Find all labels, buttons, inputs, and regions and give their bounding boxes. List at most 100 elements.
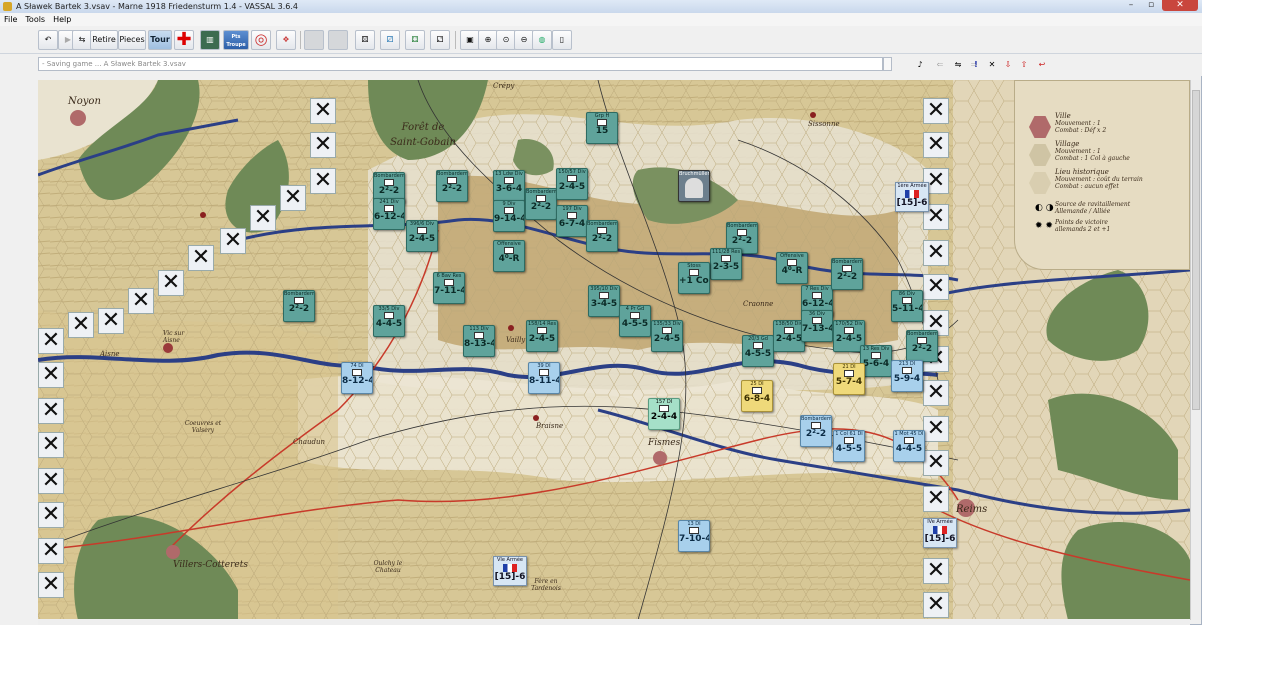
eliminated-x-marker[interactable]: ✕ bbox=[220, 228, 246, 254]
eliminated-x-marker[interactable]: ✕ bbox=[923, 416, 949, 442]
eliminated-x-marker[interactable]: ✕ bbox=[38, 572, 64, 598]
stack-up-icon[interactable]: ⇧ bbox=[1016, 57, 1032, 72]
unit-counter[interactable]: 21 DI 5-7-4 bbox=[833, 363, 865, 395]
eliminated-x-marker[interactable]: ✕ bbox=[310, 98, 336, 124]
menu-help[interactable]: Help bbox=[49, 13, 75, 26]
leader-counter[interactable]: Bruchmüller bbox=[678, 170, 710, 202]
unit-counter[interactable]: Stoss +1 Col bbox=[678, 262, 710, 294]
unit-counter[interactable]: 74 DI 8-12-4 bbox=[341, 362, 373, 394]
swap-icon[interactable]: ⇆ bbox=[72, 30, 92, 50]
unit-counter[interactable]: 6 Bav Res 7-11-4 bbox=[433, 272, 465, 304]
unit-counter[interactable]: 157 DI 2-4-4 bbox=[648, 398, 680, 430]
target-icon[interactable]: ◎ bbox=[251, 30, 271, 50]
alert-icon[interactable]: ! bbox=[968, 57, 984, 72]
unit-counter[interactable]: 135/33 Div 2-4-5 bbox=[651, 320, 683, 352]
menu-file[interactable]: File bbox=[0, 13, 21, 26]
unit-counter[interactable]: Bombardement 2²-2 bbox=[906, 330, 938, 362]
map-vertical-scrollbar[interactable] bbox=[1190, 80, 1201, 620]
pts-troupe-button[interactable]: Pts Troupe bbox=[223, 30, 249, 50]
chat-scrollbar[interactable] bbox=[883, 57, 892, 71]
eliminated-x-marker[interactable]: ✕ bbox=[38, 328, 64, 354]
unit-counter[interactable]: 86 Div 5-11-4 bbox=[891, 290, 923, 322]
unit-counter[interactable]: 13 Ldw Div 3-6-4 bbox=[493, 170, 525, 202]
unit-counter[interactable]: 111/28 Res 2-3-5 bbox=[710, 248, 742, 280]
eliminated-x-marker[interactable]: ✕ bbox=[923, 98, 949, 124]
unit-counter[interactable]: 33/5 Div 4-4-5 bbox=[373, 305, 405, 337]
retire-button[interactable]: Retire bbox=[90, 30, 118, 50]
eliminated-x-marker[interactable]: ✕ bbox=[128, 288, 154, 314]
unit-counter[interactable]: 25 DI 6-8-4 bbox=[741, 380, 773, 412]
eliminated-x-marker[interactable]: ✕ bbox=[158, 270, 184, 296]
chat-log[interactable]: - Saving game ... A Sławek Bartek 3.vsav bbox=[38, 57, 883, 71]
eliminated-x-marker[interactable]: ✕ bbox=[250, 205, 276, 231]
eliminated-x-marker[interactable]: ✕ bbox=[38, 398, 64, 424]
eliminated-x-marker[interactable]: ✕ bbox=[923, 380, 949, 406]
unit-counter[interactable]: 113 Div 8-13-4 bbox=[463, 325, 495, 357]
tour-button[interactable]: Tour bbox=[148, 30, 172, 50]
pieces-button[interactable]: Pieces bbox=[118, 30, 146, 50]
eliminated-x-marker[interactable]: ✕ bbox=[923, 486, 949, 512]
unit-counter[interactable]: Bombardement 2²-2 bbox=[800, 415, 832, 447]
eliminated-x-marker[interactable]: ✕ bbox=[38, 432, 64, 458]
unit-counter[interactable]: 36 Div 7-13-4 bbox=[801, 310, 833, 342]
unit-counter[interactable]: 213 DI 5-9-4 bbox=[891, 360, 923, 392]
reinforcements-icon[interactable]: ▥ bbox=[200, 30, 220, 50]
unit-counter[interactable]: Grp H 15 bbox=[586, 112, 618, 144]
unit-counter[interactable]: 1 Col 61 DI 4-5-5 bbox=[833, 430, 865, 462]
eliminated-x-marker[interactable]: ✕ bbox=[923, 558, 949, 584]
map-overlay-icon[interactable]: ❖ bbox=[276, 30, 296, 50]
unit-counter[interactable]: Bombardement 2²-2 bbox=[436, 170, 468, 202]
close-icon[interactable]: ✕ bbox=[1162, 0, 1198, 11]
zoom-out-icon[interactable]: ⊖ bbox=[514, 30, 534, 50]
unit-counter[interactable]: 395/10 Div 3-4-5 bbox=[588, 285, 620, 317]
disabled-tool-icon[interactable] bbox=[304, 30, 324, 50]
zoom-select-icon[interactable]: ⊙ bbox=[496, 30, 516, 50]
return-icon[interactable]: ↩ bbox=[1034, 57, 1050, 72]
eliminated-x-marker[interactable]: ✕ bbox=[923, 132, 949, 158]
unit-counter[interactable]: 13 DI 7-10-4 bbox=[678, 520, 710, 552]
eliminated-x-marker[interactable]: ✕ bbox=[38, 538, 64, 564]
globe-icon[interactable]: ◍ bbox=[532, 30, 552, 50]
dice-blue-icon[interactable]: ⚂ bbox=[380, 30, 400, 50]
unit-counter[interactable]: 20/3 Gd 4-5-5 bbox=[742, 335, 774, 367]
arrow-left-icon[interactable]: ⇐ bbox=[932, 57, 948, 72]
dice-grey-icon[interactable]: ⚁ bbox=[430, 30, 450, 50]
unit-counter[interactable]: 39 DI 8-11-4 bbox=[528, 362, 560, 394]
unit-counter[interactable]: Bombardement 2²-2 bbox=[586, 220, 618, 252]
game-map[interactable]: Noyon Forêt de Saint-Gobain Crépy Sisson… bbox=[38, 80, 1190, 620]
unit-counter[interactable]: 150/57 Div 2-4-5 bbox=[556, 168, 588, 200]
disabled-tool-icon-2[interactable] bbox=[328, 30, 348, 50]
scroll-thumb[interactable] bbox=[1192, 90, 1200, 410]
eliminated-x-marker[interactable]: ✕ bbox=[38, 502, 64, 528]
army-counter[interactable]: 1ère Armée [15]-6 bbox=[895, 182, 929, 212]
eliminated-x-marker[interactable]: ✕ bbox=[923, 240, 949, 266]
eliminated-x-marker[interactable]: ✕ bbox=[188, 245, 214, 271]
unit-counter[interactable]: 9 Div 9-14-4 bbox=[493, 200, 525, 232]
exchange-icon[interactable]: ⇋ bbox=[950, 57, 966, 72]
camera-icon[interactable]: ▣ bbox=[460, 30, 480, 50]
eliminated-x-marker[interactable]: ✕ bbox=[98, 308, 124, 334]
minimize-icon[interactable]: – bbox=[1122, 0, 1140, 11]
eliminated-x-marker[interactable]: ✕ bbox=[923, 592, 949, 618]
map-horizontal-scrollbar[interactable] bbox=[38, 619, 1190, 625]
eliminated-x-marker[interactable]: ✕ bbox=[310, 168, 336, 194]
unit-counter[interactable]: Bombardement 2²-2 bbox=[525, 188, 557, 220]
unit-counter[interactable]: 241 Div 6-12-4 bbox=[373, 198, 405, 230]
stack-down-icon[interactable]: ⇩ bbox=[1000, 57, 1016, 72]
sound-icon[interactable]: ♪ bbox=[912, 57, 928, 72]
eliminated-x-marker[interactable]: ✕ bbox=[38, 468, 64, 494]
eliminated-x-marker[interactable]: ✕ bbox=[68, 312, 94, 338]
eliminated-x-marker[interactable]: ✕ bbox=[923, 450, 949, 476]
eliminated-x-marker[interactable]: ✕ bbox=[923, 274, 949, 300]
eliminated-x-marker[interactable]: ✕ bbox=[310, 132, 336, 158]
maximize-icon[interactable]: ▫ bbox=[1142, 0, 1160, 11]
unit-counter[interactable]: Bombardement 2²-2 bbox=[831, 258, 863, 290]
undo-icon[interactable]: ↶ bbox=[38, 30, 58, 50]
unit-counter[interactable]: 197 Div 6-7-4 bbox=[556, 205, 588, 237]
unit-counter[interactable]: 4 Pr Gd 4-5-5 bbox=[619, 305, 651, 337]
unit-counter[interactable]: Offensive 4⁰-R bbox=[776, 252, 808, 284]
zoom-in-icon[interactable]: ⊕ bbox=[478, 30, 498, 50]
army-counter[interactable]: IVe Armée [15]-6 bbox=[923, 518, 957, 548]
unit-counter[interactable]: 158/14 Res 2-4-5 bbox=[526, 320, 558, 352]
eliminated-x-marker[interactable]: ✕ bbox=[38, 362, 64, 388]
